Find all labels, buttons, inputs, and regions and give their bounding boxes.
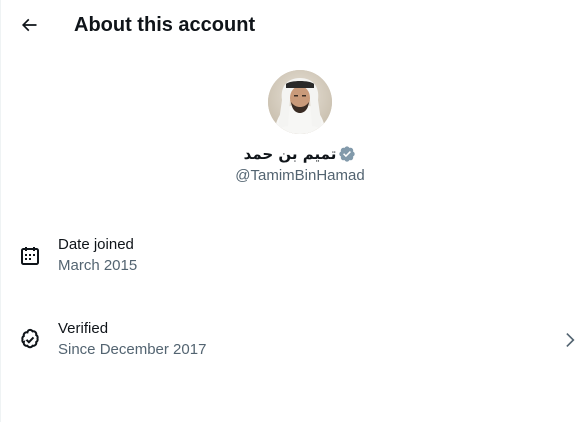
verified-text: Verified Since December 2017 — [58, 319, 206, 359]
verified-value: Since December 2017 — [58, 341, 207, 358]
date-joined-label: Date joined — [58, 236, 134, 253]
calendar-icon — [21, 247, 39, 265]
avatar[interactable] — [268, 70, 332, 134]
date-joined-text: Date joined March 2015 — [58, 235, 137, 275]
verified-check-icon — [21, 328, 39, 349]
about-account-page: About this account تميم بن حمد @TamimBin… — [0, 0, 582, 422]
verified-row[interactable]: Verified Since December 2017 — [0, 313, 582, 367]
date-joined-value: March 2015 — [58, 257, 138, 274]
name-row: تميم بن حمد — [244, 144, 357, 164]
profile-handle[interactable]: @TamimBinHamad — [235, 166, 364, 186]
avatar-image — [268, 70, 332, 134]
profile-summary: تميم بن حمد @TamimBinHamad — [0, 70, 582, 186]
chevron-right-icon — [566, 332, 575, 348]
verified-badge-icon — [339, 146, 356, 162]
page-title: About this account — [74, 14, 256, 36]
display-name[interactable]: تميم بن حمد — [244, 145, 337, 163]
back-button[interactable] — [12, 8, 46, 42]
arrow-left-icon — [21, 18, 37, 32]
verified-label: Verified — [58, 320, 109, 337]
date-joined-row: Date joined March 2015 — [0, 229, 582, 283]
page-header: About this account — [0, 0, 582, 50]
